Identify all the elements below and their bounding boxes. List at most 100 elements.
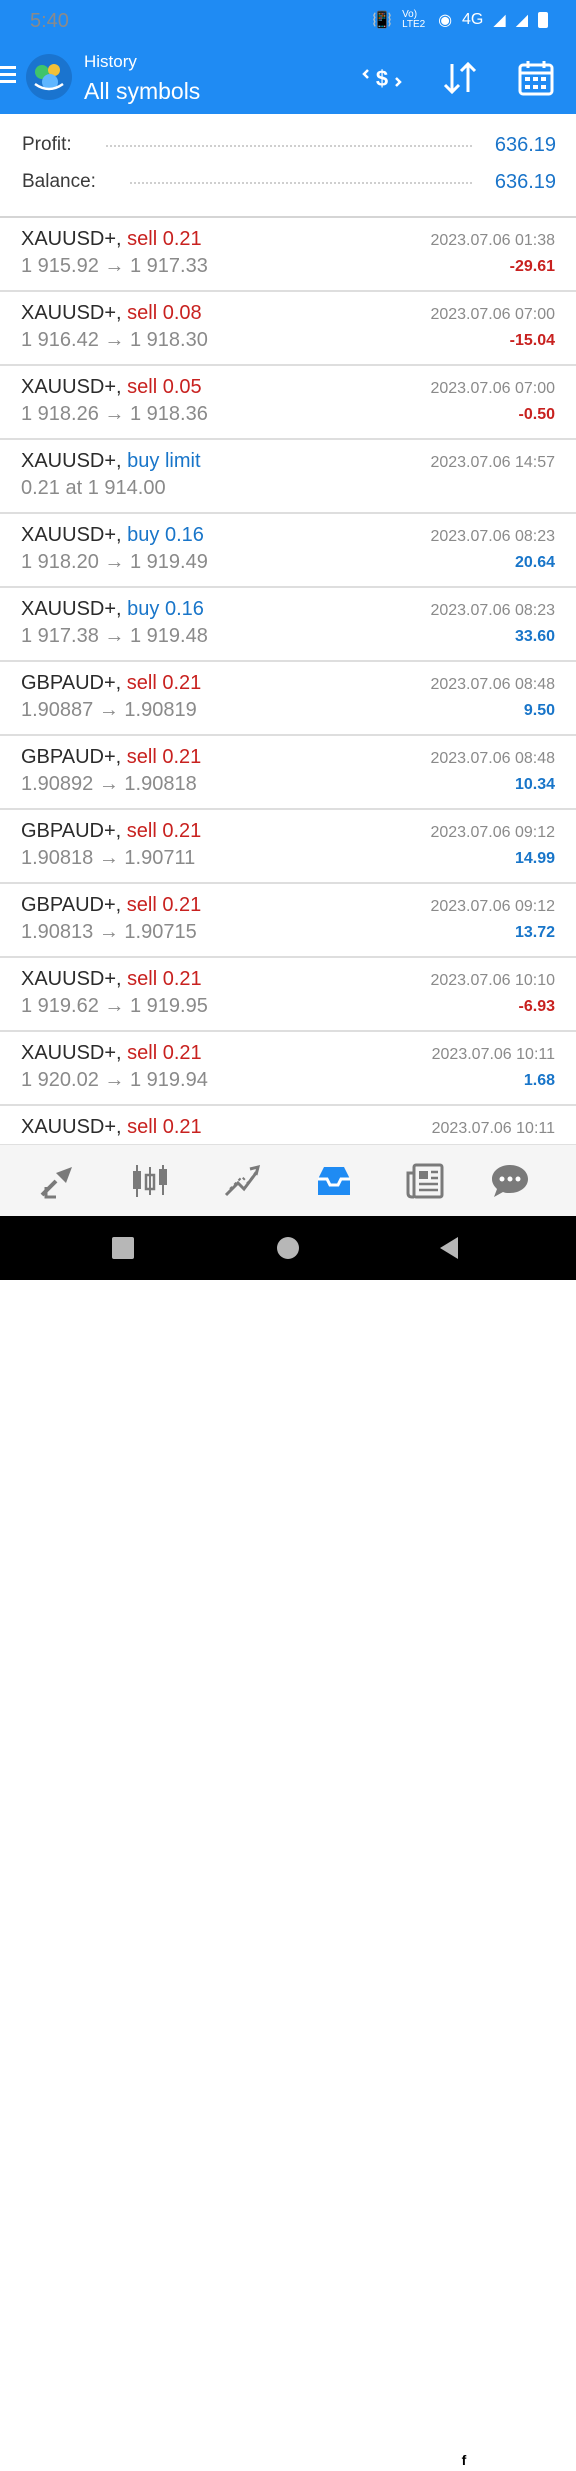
dotted-leader (130, 182, 472, 184)
comma-separator: , (116, 1042, 128, 1064)
deal-row[interactable]: GBPAUD+, sell 0.21 1.90887 → 1.90819 2023.… (0, 662, 576, 736)
deal-prices: 1 916.42 → 1 918.30 (21, 329, 208, 351)
deal-row[interactable]: XAUUSD+, sell 0.21 1 915.92 → 1 917.33 202… (0, 218, 576, 292)
deal-prices: 1 917.38 → 1 919.48 (21, 625, 208, 647)
comma-separator: , (115, 820, 127, 842)
watermark: f @Jordan1 (455, 2448, 570, 2471)
deal-symbol: XAUUSD+ (21, 524, 117, 546)
deal-side: sell 0.21 (126, 746, 202, 768)
home-button[interactable] (277, 1237, 299, 1259)
deal-symbol: XAUUSD+ (21, 228, 117, 250)
network-label: 4G (462, 11, 484, 28)
vibrate-icon: 📳 (372, 12, 393, 29)
calendar-icon[interactable] (514, 56, 558, 100)
deal-row[interactable]: GBPAUD+, sell 0.21 1.90892 → 1.90818 2023.… (0, 736, 576, 810)
sort-icon[interactable] (438, 56, 482, 100)
svg-text:$: $ (376, 66, 388, 91)
trade-tab[interactable] (220, 1159, 264, 1203)
status-bar: 5:40 📳 Vo) LTE2 ◉ 4G ◢ ◢ (0, 0, 576, 42)
deal-row[interactable]: XAUUSD+, buy limit 0.21 at 1 914.00 2023.0… (0, 440, 576, 514)
deal-row[interactable]: XAUUSD+, buy 0.16 1 918.20 → 1 919.49 2023… (0, 514, 576, 588)
quotes-tab[interactable] (36, 1159, 80, 1203)
chart-tab[interactable] (128, 1159, 172, 1203)
balance-row: Balance: 636.19 (22, 167, 556, 197)
deal-row[interactable]: XAUUSD+, sell 0.21 1 919.62 → 1 919.95 202… (0, 958, 576, 1032)
bottom-tab-bar (0, 1144, 576, 1217)
deal-time: 2023.07.06 08:23 (430, 602, 555, 619)
deal-row[interactable]: XAUUSD+, sell 0.211 920.24 → 1 919.93202… (0, 1106, 576, 1144)
deal-prices: 1.90887 → 1.90819 (21, 699, 197, 721)
deal-symbol-line: XAUUSD+, sell 0.21 (21, 228, 202, 251)
comma-separator: , (116, 302, 128, 324)
deal-profit: 14.99 (514, 850, 555, 867)
system-nav-bar: f @Jordan1 (0, 1216, 576, 2470)
deal-side: buy 0.16 (127, 598, 204, 620)
comma-separator: , (115, 746, 127, 768)
deal-row[interactable]: XAUUSD+, sell 0.21 1 920.02 → 1 919.94 202… (0, 1032, 576, 1106)
deposit-withdraw-icon[interactable]: $ (360, 56, 404, 100)
deal-row[interactable]: XAUUSD+, buy 0.16 1 917.38 → 1 919.48 2023… (0, 588, 576, 662)
signal-icon: ◢ (493, 12, 506, 29)
balance-value: 636.19 (494, 171, 556, 193)
app-bar: History All symbols $ (0, 42, 576, 114)
deal-symbol: XAUUSD+ (21, 302, 117, 324)
comma-separator: , (116, 450, 128, 472)
comma-separator: , (116, 228, 128, 250)
deal-side: sell 0.21 (126, 894, 202, 916)
deal-row[interactable]: GBPAUD+, sell 0.21 1.90818 → 1.90711 2023.… (0, 810, 576, 884)
news-tab[interactable] (404, 1159, 448, 1203)
balance-label: Balance: (22, 171, 96, 192)
deal-symbol: XAUUSD+ (21, 1042, 117, 1064)
deal-symbol-line: GBPAUD+, sell 0.21 (21, 746, 201, 769)
deal-profit: 20.64 (514, 554, 555, 571)
comma-separator: , (115, 894, 127, 916)
deal-side: sell 0.21 (127, 1116, 202, 1138)
history-list[interactable]: XAUUSD+, sell 0.21 1 915.92 → 1 917.33 202… (0, 218, 576, 1144)
deal-prices: 1.90813 → 1.90715 (21, 921, 197, 943)
deal-profit: -0.50 (518, 406, 555, 423)
deal-symbol-line: XAUUSD+, sell 0.05 (21, 376, 202, 399)
deal-time: 2023.07.06 10:11 (431, 1120, 555, 1137)
deal-symbol-line: XAUUSD+, buy 0.16 (21, 598, 204, 621)
history-tab[interactable] (312, 1159, 356, 1203)
deal-side: buy 0.16 (127, 524, 204, 546)
deal-profit: -6.93 (518, 998, 555, 1015)
deal-time: 2023.07.06 14:57 (430, 454, 555, 471)
deal-symbol: XAUUSD+ (21, 1116, 117, 1138)
back-button[interactable] (440, 1237, 458, 1259)
profit-row: Profit: 636.19 (22, 130, 556, 160)
status-icons: 📳 Vo) LTE2 ◉ 4G ◢ ◢ (372, 10, 548, 30)
deal-time: 2023.07.06 01:38 (430, 232, 555, 249)
watermark-text: @Jordan1 (477, 2448, 570, 2470)
deal-prices: 1 920.02 → 1 919.94 (21, 1069, 208, 1091)
deal-profit: -29.61 (509, 258, 555, 275)
deal-profit: 1.68 (523, 1072, 555, 1089)
recents-button[interactable] (112, 1237, 134, 1259)
deal-time: 2023.07.06 09:12 (430, 898, 555, 915)
deal-symbol: GBPAUD+ (21, 672, 116, 694)
deal-symbol: XAUUSD+ (21, 376, 117, 398)
menu-icon[interactable] (0, 62, 18, 88)
deal-time: 2023.07.06 10:11 (431, 1046, 555, 1063)
deal-row[interactable]: GBPAUD+, sell 0.21 1.90813 → 1.90715 2023.… (0, 884, 576, 958)
comma-separator: , (116, 524, 128, 546)
deal-prices: 1 919.62 → 1 919.95 (21, 995, 208, 1017)
deal-symbol-line: XAUUSD+, sell 0.21 (21, 968, 202, 991)
hotspot-icon: ◉ (438, 12, 453, 29)
account-summary: Profit: 636.19 Balance: 636.19 (0, 114, 576, 218)
deal-prices: 1.90818 → 1.90711 (21, 847, 196, 869)
comma-separator: , (116, 376, 128, 398)
deal-prices: 1 918.26 → 1 918.36 (21, 403, 208, 425)
deal-time: 2023.07.06 09:12 (430, 824, 555, 841)
deal-symbol: GBPAUD+ (21, 746, 116, 768)
deal-side: sell 0.21 (127, 228, 202, 250)
deal-row[interactable]: XAUUSD+, sell 0.05 1 918.26 → 1 918.36 202… (0, 366, 576, 440)
volte-label: Vo) LTE2 (402, 9, 426, 30)
messages-tab[interactable] (488, 1159, 532, 1203)
deal-row[interactable]: XAUUSD+, sell 0.08 1 916.42 → 1 918.30 202… (0, 292, 576, 366)
deal-symbol: XAUUSD+ (21, 598, 117, 620)
deal-profit: 9.50 (523, 702, 555, 719)
page-title[interactable]: All symbols (84, 78, 200, 105)
deal-prices: 1.90892 → 1.90818 (21, 773, 197, 795)
deal-profit: 10.34 (514, 776, 555, 793)
